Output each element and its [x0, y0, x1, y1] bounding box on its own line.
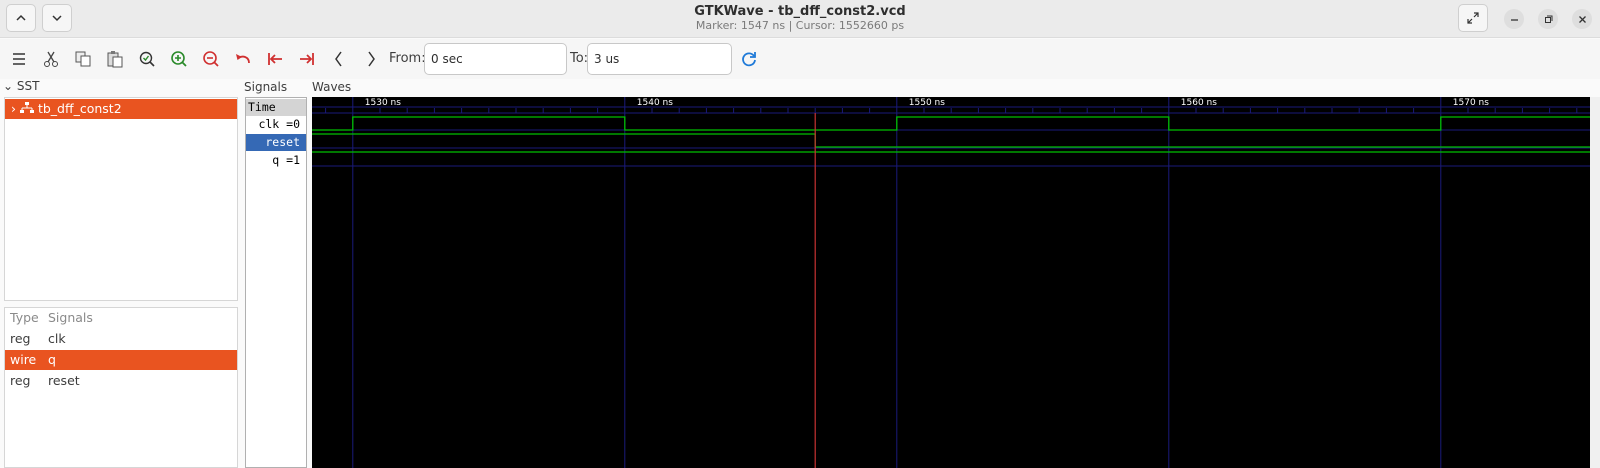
- signal-reset[interactable]: reset =0: [246, 134, 306, 166]
- zoom-out-button[interactable]: [199, 47, 223, 71]
- row-type: wire: [10, 352, 37, 367]
- row-signal: q: [48, 352, 56, 367]
- waveform-display[interactable]: 1530 ns 1540 ns 1550 ns 1560 ns 1570 ns: [312, 97, 1590, 468]
- restore-icon: [1544, 15, 1552, 23]
- from-label: From:: [389, 51, 426, 66]
- sst-tree: › tb_dff_const2: [4, 97, 238, 301]
- row-signal: reset: [48, 373, 80, 388]
- restore-button[interactable]: [1538, 9, 1558, 29]
- reload-button[interactable]: [737, 47, 761, 71]
- title-bar: GTKWave - tb_dff_const2.vcd Marker: 1547…: [0, 0, 1600, 38]
- expander-icon[interactable]: ›: [11, 101, 16, 116]
- close-button[interactable]: [1572, 9, 1592, 29]
- column-type: Type: [10, 310, 39, 325]
- row-type: reg: [10, 373, 31, 388]
- sst-tree-item[interactable]: › tb_dff_const2: [5, 99, 237, 119]
- sst-label: SST: [16, 79, 40, 93]
- zoom-out-icon: [203, 51, 219, 67]
- paste-icon: [107, 51, 123, 68]
- zoom-fit-icon: [139, 51, 155, 67]
- zoom-fit-button[interactable]: [135, 47, 159, 71]
- signals-table: Type Signals reg clk wire q reg reset: [4, 307, 238, 468]
- undo-button[interactable]: [231, 47, 255, 71]
- jump-end-icon: [300, 53, 314, 65]
- copy-icon: [75, 51, 91, 67]
- reload-icon: [742, 52, 756, 67]
- time-label: 1550 ns: [909, 98, 945, 108]
- from-input[interactable]: [424, 43, 567, 75]
- minimize-icon: [1510, 18, 1518, 21]
- jump-end-button[interactable]: [295, 47, 319, 71]
- copy-button[interactable]: [71, 47, 95, 71]
- time-label: Time: [246, 99, 306, 116]
- vertical-scrollbar[interactable]: [1590, 97, 1600, 468]
- signal-clk[interactable]: clk =0: [246, 116, 306, 133]
- jump-start-icon: [268, 53, 282, 65]
- chevron-left-icon: [335, 51, 342, 67]
- time-label: 1560 ns: [1181, 98, 1217, 108]
- minimize-button[interactable]: [1504, 9, 1524, 29]
- jump-start-button[interactable]: [263, 47, 287, 71]
- reset-waveform: [312, 133, 1590, 148]
- row-type: reg: [10, 331, 31, 346]
- previous-button[interactable]: [327, 47, 351, 71]
- undo-icon: [236, 54, 250, 64]
- time-label: 1540 ns: [637, 98, 673, 108]
- sst-item-label: tb_dff_const2: [37, 101, 122, 116]
- table-row[interactable]: reg clk: [5, 329, 237, 349]
- to-label: To:: [570, 51, 589, 66]
- window-subtitle: Marker: 1547 ns | Cursor: 1552660 ps: [695, 19, 905, 32]
- window-title: GTKWave - tb_dff_const2.vcd: [694, 4, 906, 19]
- next-button[interactable]: [359, 47, 383, 71]
- time-label: 1530 ns: [365, 98, 401, 108]
- sst-header[interactable]: ⌄ SST: [3, 79, 39, 93]
- close-icon: [1578, 15, 1586, 23]
- waves-canvas[interactable]: 1530 ns 1540 ns 1550 ns 1560 ns 1570 ns: [312, 97, 1590, 468]
- clk-waveform: [312, 116, 1590, 131]
- cut-icon: [44, 51, 58, 67]
- signals-header: Signals: [244, 80, 288, 94]
- signal-q[interactable]: q =1: [246, 152, 306, 169]
- paste-button[interactable]: [103, 47, 127, 71]
- chevron-down-icon: ⌄: [3, 79, 14, 93]
- column-signals: Signals: [48, 310, 93, 325]
- row-signal: clk: [48, 331, 66, 346]
- menu-icon: [13, 53, 25, 65]
- zoom-in-button[interactable]: [167, 47, 191, 71]
- hierarchy-icon: [19, 100, 34, 113]
- cut-button[interactable]: [39, 47, 63, 71]
- table-header: Type Signals: [5, 308, 237, 328]
- to-input[interactable]: [587, 43, 732, 75]
- toolbar: From: To:: [0, 39, 1600, 79]
- fullscreen-button[interactable]: [1458, 4, 1488, 32]
- signals-list: Time clk =0 reset =0 q =1: [245, 97, 307, 468]
- table-row[interactable]: wire q: [5, 350, 237, 370]
- zoom-in-icon: [171, 51, 187, 67]
- waves-header: Waves: [312, 80, 352, 94]
- chevron-right-icon: [368, 51, 375, 67]
- time-label: 1570 ns: [1453, 98, 1489, 108]
- menu-button[interactable]: [7, 47, 31, 71]
- table-row[interactable]: reg reset: [5, 371, 237, 391]
- expand-icon: [1467, 12, 1479, 24]
